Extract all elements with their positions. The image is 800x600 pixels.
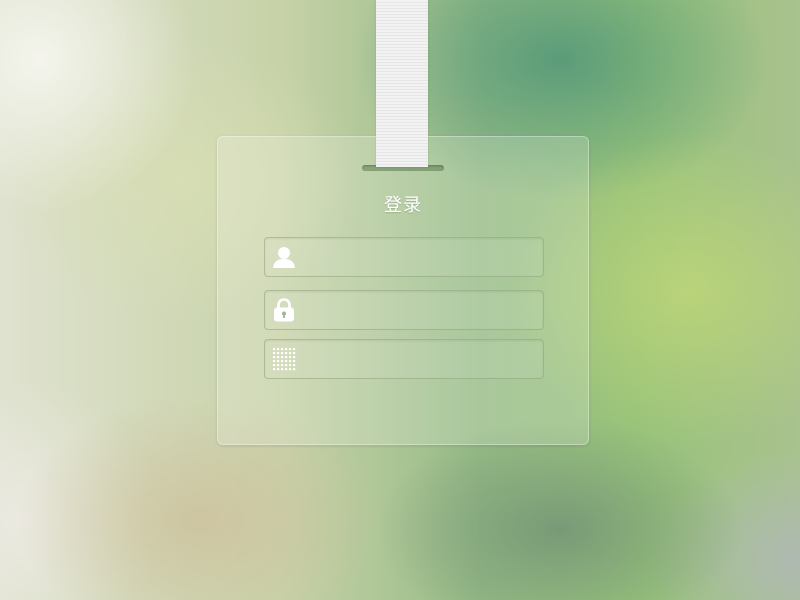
keypad-dot (293, 364, 296, 367)
username-field[interactable] (264, 237, 544, 277)
keypad-dot (293, 356, 296, 359)
keypad-dot (281, 364, 284, 367)
keypad-dot (289, 352, 292, 355)
lock-icon (271, 297, 297, 323)
user-icon (271, 244, 297, 270)
keypad-dot (293, 360, 296, 363)
login-title: 登录 (384, 195, 422, 216)
keypad-dot (285, 356, 288, 359)
keypad-dot (281, 368, 284, 371)
keypad-dot (289, 364, 292, 367)
keypad-dot (273, 364, 276, 367)
keypad-dot (277, 352, 280, 355)
keypad-dot (281, 360, 284, 363)
keypad-dot (285, 364, 288, 367)
verification-code-input[interactable] (305, 340, 535, 378)
keypad-dot (273, 356, 276, 359)
password-input[interactable] (305, 291, 535, 329)
keypad-dot (281, 356, 284, 359)
keypad-dot (285, 360, 288, 363)
keypad-dot (273, 348, 276, 351)
keypad-dot (289, 360, 292, 363)
keypad-dot (277, 368, 280, 371)
keypad-dot (281, 352, 284, 355)
keypad-dot (277, 348, 280, 351)
keypad-dot (289, 356, 292, 359)
login-card: 登录 (217, 136, 589, 445)
keypad-dot (277, 364, 280, 367)
keypad-dot (273, 360, 276, 363)
keypad-dot (293, 352, 296, 355)
keypad-dot (277, 360, 280, 363)
keypad-dot (293, 368, 296, 371)
keypad-dot (285, 352, 288, 355)
username-input[interactable] (305, 238, 535, 276)
keypad-dot (289, 368, 292, 371)
keypad-dot (277, 356, 280, 359)
keypad-icon (271, 346, 297, 372)
keypad-dot (293, 348, 296, 351)
keypad-dot (281, 348, 284, 351)
keypad-dot (289, 348, 292, 351)
keypad-dot (273, 352, 276, 355)
verification-code-field[interactable] (264, 339, 544, 379)
keypad-dot (285, 368, 288, 371)
login-page: { "login": { "title": "登录", "fields": [ … (0, 0, 800, 600)
keypad-dot (273, 368, 276, 371)
lanyard-strap (376, 0, 428, 167)
password-field[interactable] (264, 290, 544, 330)
keypad-dot (285, 348, 288, 351)
